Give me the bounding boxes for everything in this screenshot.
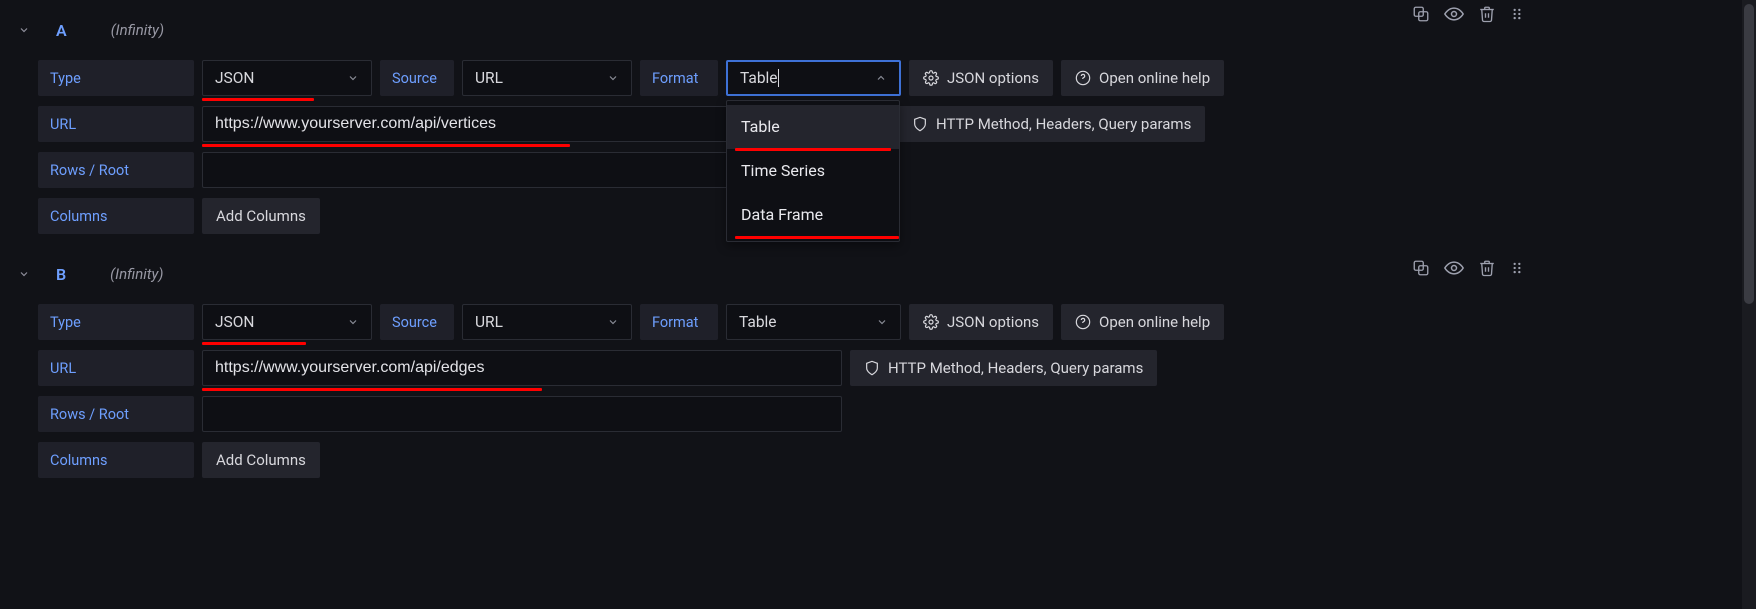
http-extras-label: HTTP Method, Headers, Query params bbox=[888, 359, 1143, 377]
query-actions bbox=[1412, 258, 1524, 278]
label-url: URL bbox=[38, 350, 194, 386]
json-options-button[interactable]: JSON options bbox=[909, 60, 1053, 96]
chevron-down-icon bbox=[607, 72, 619, 84]
chevron-down-icon[interactable] bbox=[18, 24, 30, 36]
label-columns: Columns bbox=[38, 198, 194, 234]
label-source: Source bbox=[380, 304, 454, 340]
scrollbar-track[interactable] bbox=[1742, 0, 1756, 609]
help-icon bbox=[1075, 314, 1091, 330]
duplicate-icon[interactable] bbox=[1412, 259, 1430, 277]
label-type: Type bbox=[38, 60, 194, 96]
format-select[interactable]: Table bbox=[726, 304, 901, 340]
query-a-fields: Type JSON Source URL bbox=[10, 50, 1530, 234]
drag-handle-icon[interactable] bbox=[1510, 259, 1524, 277]
label-format: Format bbox=[640, 60, 718, 96]
label-source: Source bbox=[380, 60, 454, 96]
query-letter: A bbox=[56, 21, 67, 40]
format-option-timeseries[interactable]: Time Series bbox=[727, 149, 899, 193]
source-select[interactable]: URL bbox=[462, 60, 632, 96]
add-columns-button[interactable]: Add Columns bbox=[202, 442, 320, 478]
url-input[interactable] bbox=[202, 350, 842, 386]
source-value: URL bbox=[475, 313, 503, 331]
trash-icon[interactable] bbox=[1478, 259, 1496, 277]
chevron-down-icon bbox=[607, 316, 619, 328]
type-select[interactable]: JSON bbox=[202, 60, 372, 96]
add-columns-button[interactable]: Add Columns bbox=[202, 198, 320, 234]
json-options-label: JSON options bbox=[947, 69, 1039, 87]
query-letter: B bbox=[56, 265, 66, 284]
add-columns-label: Add Columns bbox=[216, 451, 306, 469]
label-columns: Columns bbox=[38, 442, 194, 478]
chevron-down-icon bbox=[876, 316, 888, 328]
type-select[interactable]: JSON bbox=[202, 304, 372, 340]
format-value: Table bbox=[740, 69, 779, 87]
query-a: A (Infinity) Type bbox=[10, 0, 1530, 234]
open-help-label: Open online help bbox=[1099, 313, 1210, 331]
gear-icon bbox=[923, 314, 939, 330]
drag-handle-icon[interactable] bbox=[1510, 5, 1524, 23]
query-b-header[interactable]: B (Infinity) bbox=[10, 254, 1530, 294]
query-datasource: (Infinity) bbox=[111, 21, 164, 39]
add-columns-label: Add Columns bbox=[216, 207, 306, 225]
json-options-button[interactable]: JSON options bbox=[909, 304, 1053, 340]
query-datasource: (Infinity) bbox=[110, 265, 163, 283]
chevron-down-icon bbox=[347, 72, 359, 84]
label-format: Format bbox=[640, 304, 718, 340]
chevron-up-icon bbox=[875, 72, 887, 84]
open-help-button[interactable]: Open online help bbox=[1061, 304, 1224, 340]
label-type: Type bbox=[38, 304, 194, 340]
label-rows-root: Rows / Root bbox=[38, 152, 194, 188]
scrollbar-thumb[interactable] bbox=[1744, 4, 1754, 304]
source-select[interactable]: URL bbox=[462, 304, 632, 340]
open-help-label: Open online help bbox=[1099, 69, 1210, 87]
format-option-table[interactable]: Table bbox=[727, 105, 899, 149]
shield-icon bbox=[912, 116, 928, 132]
eye-icon[interactable] bbox=[1444, 258, 1464, 278]
duplicate-icon[interactable] bbox=[1412, 5, 1430, 23]
http-extras-label: HTTP Method, Headers, Query params bbox=[936, 115, 1191, 133]
chevron-down-icon[interactable] bbox=[18, 268, 30, 280]
format-value: Table bbox=[739, 313, 777, 331]
label-rows-root: Rows / Root bbox=[38, 396, 194, 432]
query-actions bbox=[1412, 4, 1524, 24]
gear-icon bbox=[923, 70, 939, 86]
rows-root-input[interactable] bbox=[202, 396, 842, 432]
eye-icon[interactable] bbox=[1444, 4, 1464, 24]
trash-icon[interactable] bbox=[1478, 5, 1496, 23]
shield-icon bbox=[864, 360, 880, 376]
type-value: JSON bbox=[215, 313, 254, 331]
query-b: B (Infinity) Type bbox=[10, 254, 1530, 478]
json-options-label: JSON options bbox=[947, 313, 1039, 331]
http-extras-button[interactable]: HTTP Method, Headers, Query params bbox=[898, 106, 1205, 142]
chevron-down-icon bbox=[347, 316, 359, 328]
open-help-button[interactable]: Open online help bbox=[1061, 60, 1224, 96]
help-icon bbox=[1075, 70, 1091, 86]
format-option-dataframe[interactable]: Data Frame bbox=[727, 193, 899, 237]
source-value: URL bbox=[475, 69, 503, 87]
label-url: URL bbox=[38, 106, 194, 142]
type-value: JSON bbox=[215, 69, 254, 87]
query-a-header[interactable]: A (Infinity) bbox=[10, 10, 1530, 50]
query-b-fields: Type JSON Source URL bbox=[10, 294, 1530, 478]
http-extras-button[interactable]: HTTP Method, Headers, Query params bbox=[850, 350, 1157, 386]
format-dropdown: Table Time Series Data Frame bbox=[726, 100, 900, 242]
format-select[interactable]: Table bbox=[726, 60, 901, 96]
